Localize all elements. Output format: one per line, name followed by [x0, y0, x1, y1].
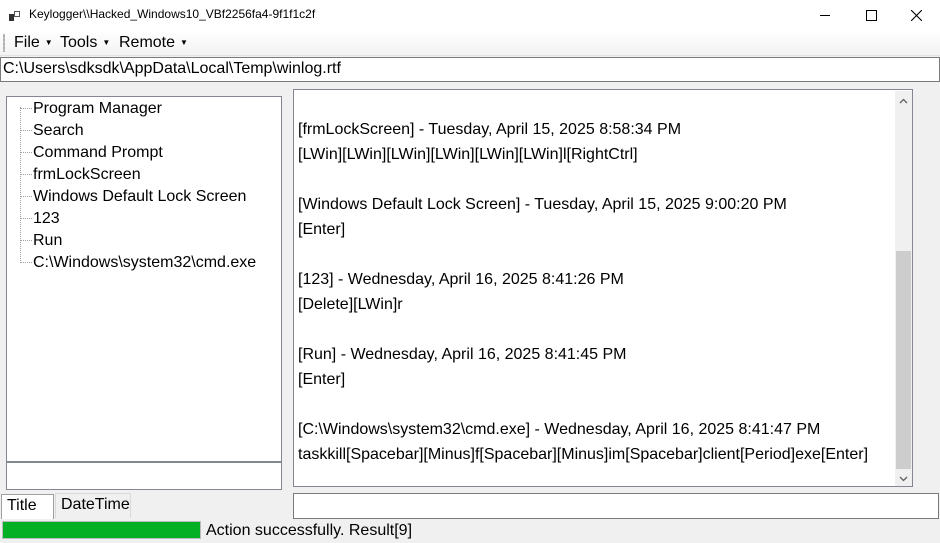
- keylogger-app-icon: [9, 9, 21, 21]
- caret-down-icon: ▼: [102, 38, 111, 47]
- log-line: taskkill[Spacebar][Minus]f[Spacebar][Min…: [298, 446, 869, 463]
- tree-item[interactable]: frmLockScreen: [20, 164, 141, 186]
- tab-title[interactable]: Title: [1, 494, 54, 519]
- caret-down-icon: ▼: [44, 38, 53, 47]
- title-bar: Keylogger\\Hacked_Windows10_VBf2256fa4-9…: [0, 0, 940, 30]
- log-line: [Enter]: [298, 371, 346, 388]
- close-icon: [910, 9, 922, 21]
- tree-item[interactable]: 123: [20, 208, 60, 230]
- log-line: [Delete][LWin]r: [298, 296, 403, 313]
- tree-filter-input[interactable]: [6, 462, 282, 490]
- command-input[interactable]: [293, 493, 939, 519]
- tree-connector: [20, 196, 32, 198]
- tree-item[interactable]: Command Prompt: [20, 142, 163, 164]
- menu-remote-label: Remote: [119, 34, 176, 52]
- log-line: [Windows Default Lock Screen] - Tuesday,…: [298, 196, 787, 213]
- scroll-down-arrow-icon: [899, 469, 908, 487]
- log-line: [frmLockScreen] - Tuesday, April 15, 202…: [298, 121, 682, 138]
- menu-bar: File ▼ Tools ▼ Remote ▼: [0, 30, 940, 56]
- tree-connector: [20, 262, 32, 264]
- tree-item[interactable]: Search: [20, 120, 84, 142]
- scrollbar-thumb[interactable]: [896, 251, 911, 469]
- tree-item-label: 123: [33, 210, 60, 227]
- tree-item[interactable]: C:\Windows\system32\cmd.exe: [20, 252, 256, 274]
- tree-item-label: Run: [33, 232, 63, 249]
- keylog-text-area[interactable]: [frmLockScreen] - Tuesday, April 15, 202…: [293, 89, 913, 487]
- menu-file-label: File: [14, 34, 40, 52]
- tree-item-label: Search: [33, 122, 84, 139]
- log-line: [Enter]: [298, 221, 346, 238]
- close-button[interactable]: [893, 0, 939, 30]
- scroll-up-arrow-icon: [899, 91, 908, 109]
- caret-down-icon: ▼: [180, 38, 188, 47]
- tree-item-label: Command Prompt: [33, 144, 163, 161]
- toolstrip-grip: [3, 34, 5, 52]
- menu-tools-label: Tools: [60, 34, 98, 52]
- minimize-button[interactable]: [802, 0, 848, 30]
- progress-fill: [3, 522, 200, 538]
- maximize-icon: [865, 9, 877, 21]
- tree-connector: [20, 130, 32, 132]
- tree-item-label: Windows Default Lock Screen: [33, 188, 247, 205]
- maximize-button[interactable]: [848, 0, 894, 30]
- tree-item[interactable]: Program Manager: [20, 98, 162, 120]
- log-line: [LWin][LWin][LWin][LWin][LWin][LWin]l[Ri…: [298, 146, 638, 163]
- tree-connector: [20, 218, 32, 220]
- tree-connector: [20, 240, 32, 242]
- tree-item[interactable]: Windows Default Lock Screen: [20, 186, 246, 208]
- tree-item[interactable]: Run: [20, 230, 62, 252]
- menu-tools[interactable]: Tools ▼: [60, 33, 110, 53]
- scroll-down-button[interactable]: [895, 469, 912, 486]
- tree-connector: [20, 152, 32, 154]
- progress-bar: [2, 521, 201, 539]
- log-line: [123] - Wednesday, April 16, 2025 8:41:2…: [298, 271, 624, 288]
- vertical-scrollbar[interactable]: [895, 91, 912, 486]
- window-title-tree[interactable]: Program Manager Search Command Prompt fr…: [6, 96, 282, 462]
- scroll-up-button[interactable]: [895, 91, 912, 108]
- tree-item-label: Program Manager: [33, 100, 162, 117]
- tree-connector: [20, 108, 32, 110]
- tab-datetime[interactable]: DateTime: [55, 493, 131, 518]
- log-line: [Run] - Wednesday, April 16, 2025 8:41:4…: [298, 346, 627, 363]
- log-line: [C:\Windows\system32\cmd.exe] - Wednesda…: [298, 421, 821, 438]
- menu-file[interactable]: File ▼: [14, 33, 53, 53]
- window-title: Keylogger\\Hacked_Windows10_VBf2256fa4-9…: [29, 7, 316, 21]
- tree-item-label: C:\Windows\system32\cmd.exe: [33, 254, 257, 271]
- tree-connector: [20, 174, 32, 176]
- minimize-icon: [820, 10, 830, 20]
- tree-item-label: frmLockScreen: [33, 166, 141, 183]
- log-path-field[interactable]: C:\Users\sdksdk\AppData\Local\Temp\winlo…: [0, 57, 940, 82]
- menu-remote[interactable]: Remote ▼: [119, 33, 188, 53]
- status-message: Action successfully. Result[9]: [206, 522, 413, 539]
